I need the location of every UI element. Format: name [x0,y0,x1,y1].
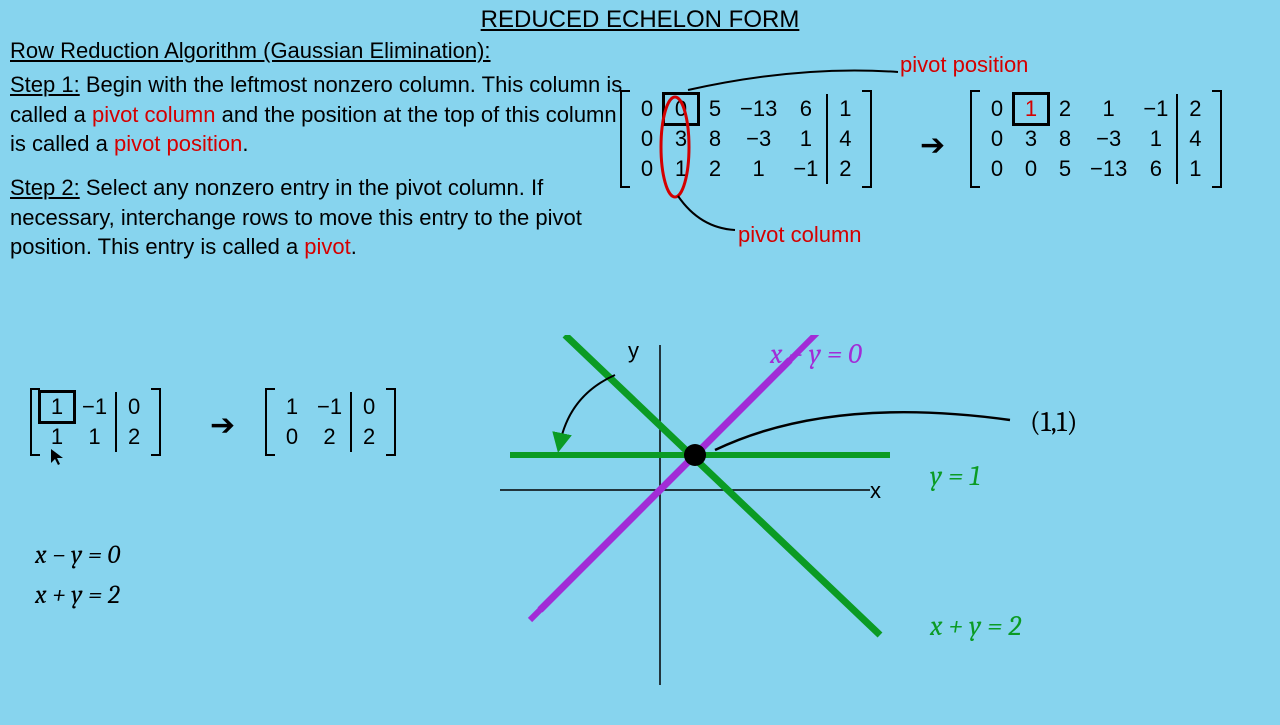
step-2-text: Step 2: Select any nonzero entry in the … [10,173,630,262]
line-green1-label: y = 1 [930,460,980,492]
line-purple-label: x − y = 0 [770,338,862,370]
point-label: (1,1) [1030,406,1077,438]
graph-lines [470,335,1170,725]
step1-label: Step 1: [10,72,80,97]
matrix-d: 1−10 022 [265,388,396,461]
arrow-icon: ➔ [210,408,235,443]
line-green2-label: x + y = 2 [930,610,1021,642]
matrix-b: 0121−12 038−314 005−1361 [970,90,1222,193]
y-axis-label: y [628,338,639,364]
pivot-column-pointer [660,190,780,240]
equation-2: x + y = 2 [35,580,120,610]
equation-1: x − y = 0 [35,540,120,570]
x-axis-label: x [870,478,881,504]
section-subtitle: Row Reduction Algorithm (Gaussian Elimin… [10,38,1280,64]
step-1-text: Step 1: Begin with the leftmost nonzero … [10,70,630,159]
page-title: REDUCED ECHELON FORM [0,0,1280,34]
pivot-position-pointer [680,60,940,110]
step2-label: Step 2: [10,175,80,200]
arrow-icon: ➔ [920,128,945,163]
